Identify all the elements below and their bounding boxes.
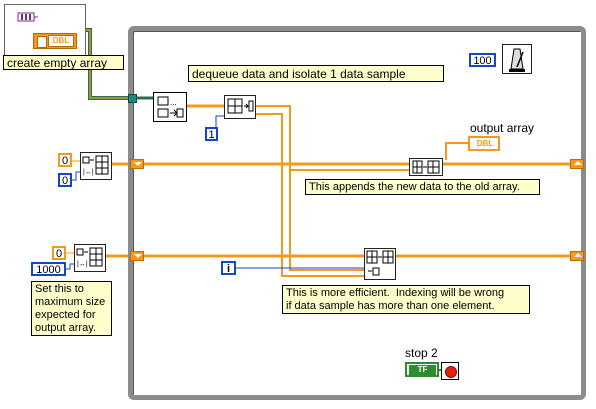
init-zero-constant-top[interactable]: 0 [58,153,72,167]
shift-register-left-top[interactable] [130,159,144,169]
shift-register-left-bottom[interactable] [130,251,144,261]
tf-label: TF [409,365,436,375]
initialize-array-icon-top[interactable]: |↔| [80,152,112,180]
wait-ms-constant[interactable]: 100 [469,53,496,67]
init-dim-constant-top[interactable]: 0 [58,173,72,187]
init-zero-constant-bottom[interactable]: 0 [52,246,66,260]
initialize-array-icon-bottom[interactable]: |↔| [74,244,106,272]
shift-register-right-top[interactable] [570,159,584,169]
svg-text:|↔|: |↔| [77,261,88,268]
queue-tunnel[interactable] [128,94,137,103]
index-array-icon[interactable] [224,95,256,119]
stop-button-icon[interactable] [441,362,459,380]
metronome-wait-icon[interactable] [502,44,532,74]
output-array-label: output array [470,121,535,135]
shift-register-right-bottom[interactable] [570,251,584,261]
dequeue-element-icon[interactable]: ... [153,92,187,122]
build-array-icon[interactable] [409,158,443,176]
svg-text:|↔|: |↔| [83,169,94,176]
appends-comment: This appends the new data to the old arr… [305,179,540,195]
output-dbl-label: DBL [476,139,494,148]
dbl-type-label: DBL [48,35,74,47]
replace-array-subset-icon[interactable] [364,248,396,280]
output-array-indicator[interactable]: DBL [468,136,500,151]
dequeue-comment: dequeue data and isolate 1 data sample [188,65,444,82]
while-loop-frame[interactable] [128,26,586,400]
create-empty-array-comment: create empty array [3,55,124,70]
svg-text:...: ... [170,98,177,107]
dbl-array-constant-icon: DBL [33,33,77,49]
max-size-constant[interactable]: 1000 [31,262,66,276]
efficient-comment: This is more efficient. Indexing will be… [282,285,530,314]
index-constant[interactable]: 1 [205,127,218,141]
set-max-comment: Set this to maximum size expected for ou… [31,281,112,336]
queue-refnum-icon [17,10,39,22]
stop-label: stop 2 [405,346,438,360]
loop-iteration-terminal: i [221,261,236,275]
stop-control[interactable]: TF [405,362,439,377]
